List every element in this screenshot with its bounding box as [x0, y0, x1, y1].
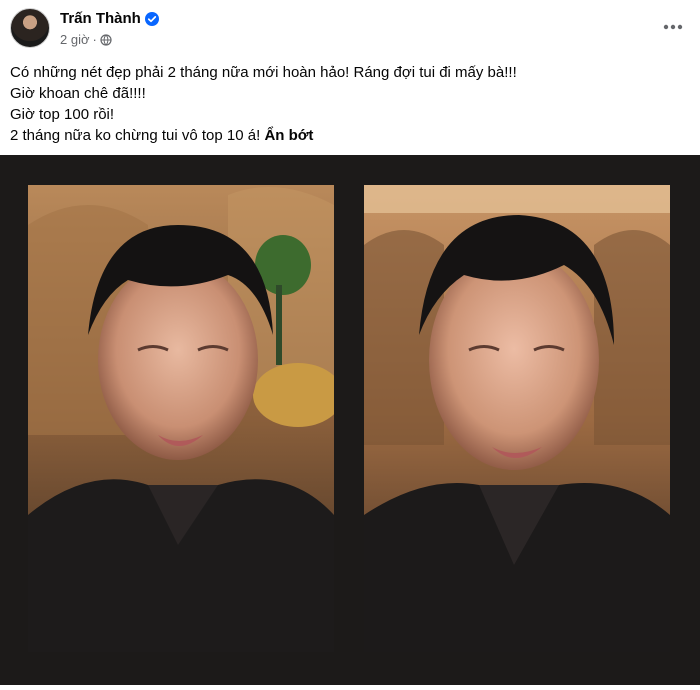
caption-line-4: 2 tháng nữa ko chừng tui vô top 10 á! Ẩn… — [10, 125, 670, 146]
post-time[interactable]: 2 giờ — [60, 32, 90, 47]
photo-right[interactable] — [364, 185, 670, 652]
verified-badge-icon — [144, 11, 159, 26]
see-less-link[interactable]: Ẩn bớt — [264, 127, 313, 144]
meta-separator: · — [92, 32, 97, 47]
author-name[interactable]: Trấn Thành — [60, 10, 141, 27]
globe-icon[interactable] — [100, 33, 112, 46]
caption-line-4-text: 2 tháng nữa ko chừng tui vô top 10 á! — [10, 127, 261, 144]
post-meta: 2 giờ · — [60, 32, 112, 47]
author-avatar[interactable] — [10, 8, 50, 48]
caption-line-3: Giờ top 100 rồi! — [10, 106, 115, 123]
post-media — [0, 155, 700, 685]
photo-left[interactable] — [28, 185, 334, 652]
more-options-button[interactable] — [658, 14, 688, 38]
post-caption: Có những nét đẹp phải 2 tháng nữa mới ho… — [10, 62, 670, 146]
caption-line-1: Có những nét đẹp phải 2 tháng nữa mới ho… — [10, 64, 517, 81]
more-horizontal-icon — [663, 17, 683, 35]
post-header: Trấn Thành 2 giờ · — [0, 0, 700, 52]
caption-line-2: Giờ khoan chê đã!!!! — [10, 85, 146, 102]
author-row: Trấn Thành — [60, 10, 159, 27]
